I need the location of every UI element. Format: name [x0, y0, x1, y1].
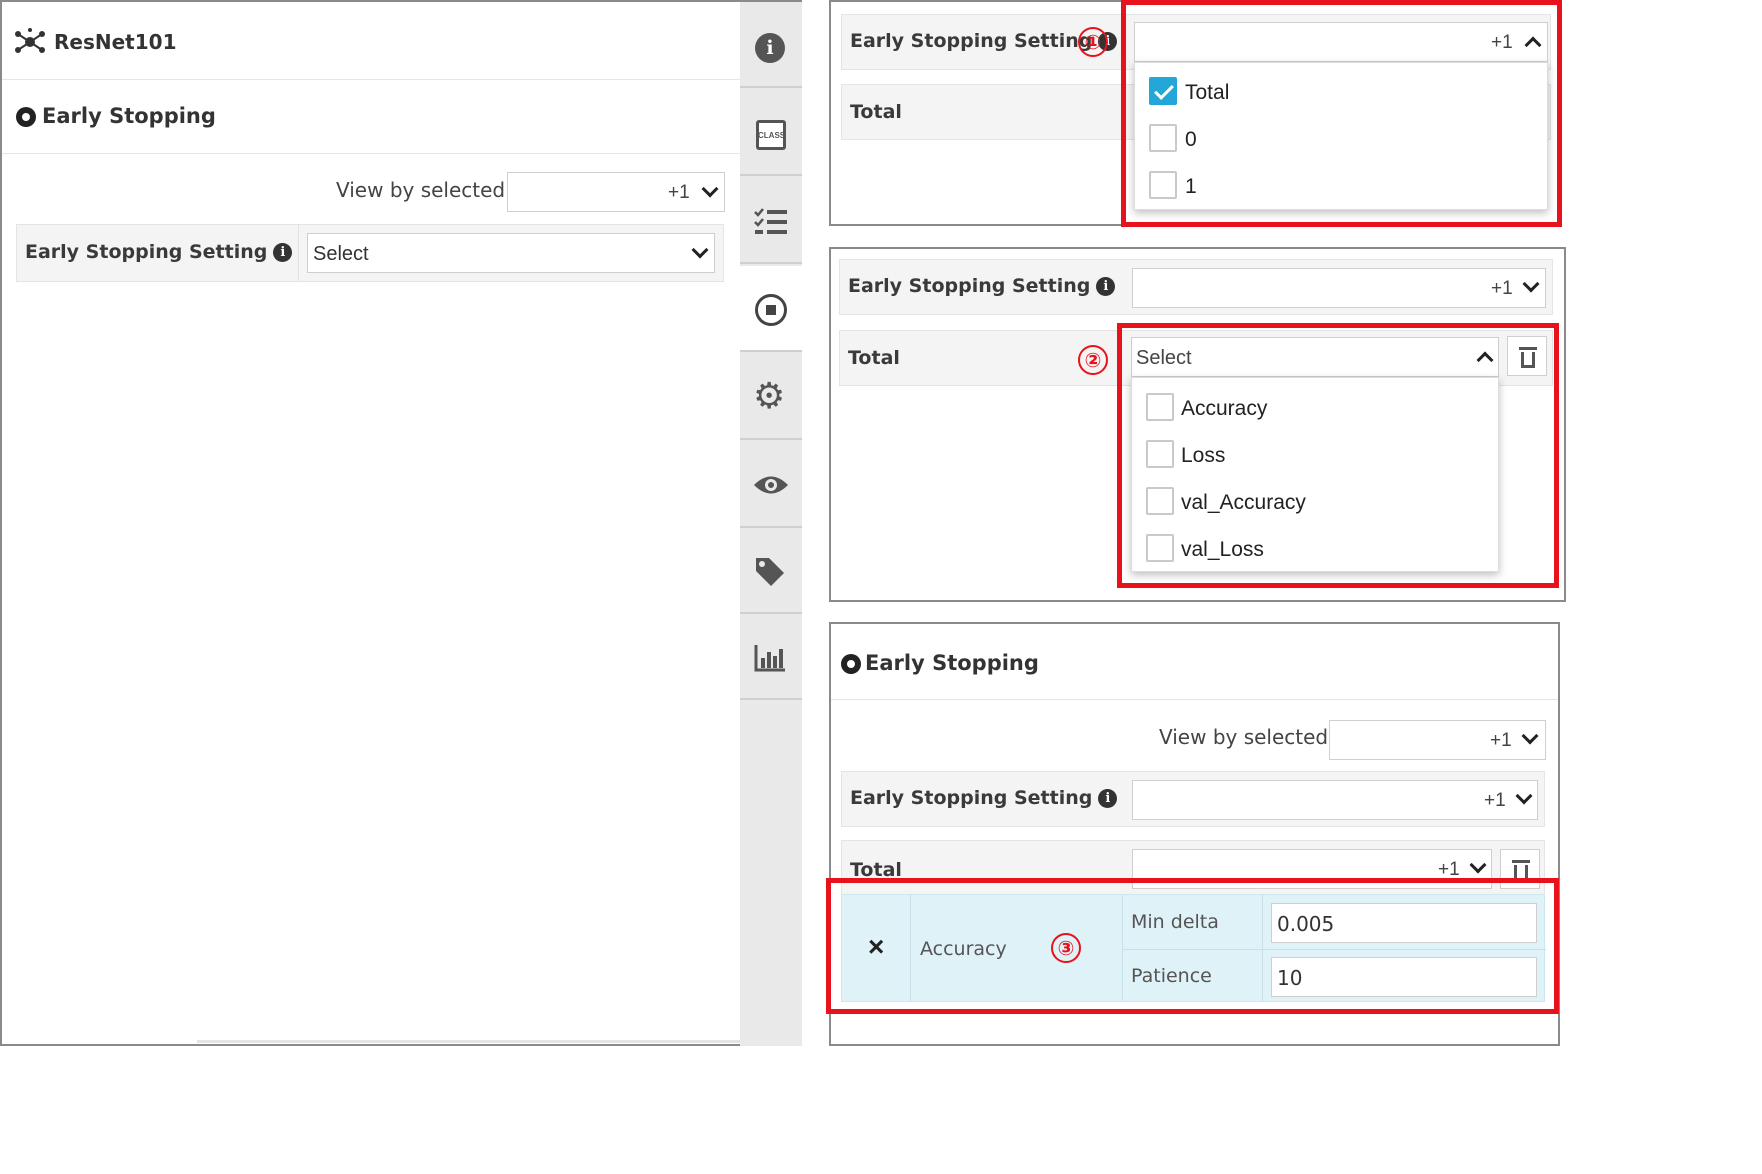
- chevron-down-icon: [1515, 787, 1533, 805]
- step2-es-setting-label: Early Stopping Setting: [848, 275, 1091, 297]
- step2-es-select[interactable]: +1: [1132, 268, 1546, 308]
- step1-highlight: [1121, 0, 1562, 227]
- app-header: ResNet101: [2, 2, 740, 80]
- es-setting-label-wrap: Early Stopping Setting i: [25, 241, 293, 263]
- right-toolbar: i CLASS ⚙: [740, 2, 802, 1046]
- toolbar-item-class[interactable]: CLASS: [740, 90, 802, 176]
- app-title: ResNet101: [54, 30, 177, 54]
- section-bullet-icon: [841, 654, 861, 674]
- step3-section-header: Early Stopping: [831, 624, 1558, 700]
- checklist-icon: [754, 208, 787, 234]
- info-icon: i: [273, 243, 293, 262]
- info-icon: i: [755, 33, 785, 63]
- eye-icon: [754, 476, 788, 494]
- gear-icon: ⚙: [753, 375, 786, 416]
- toolbar-item-checklist[interactable]: [740, 178, 802, 264]
- toolbar-item-stop[interactable]: [740, 266, 802, 352]
- step1-total-label: Total: [850, 101, 902, 123]
- es-setting-select-value: Select: [313, 243, 369, 265]
- view-by-value: +1: [668, 182, 690, 203]
- step2-es-select-value: +1: [1491, 278, 1513, 299]
- bottom-divider: [197, 1040, 740, 1043]
- toolbar-item-tag[interactable]: [740, 528, 802, 614]
- step1-es-setting-label: Early Stopping Setting: [850, 30, 1093, 52]
- step1-marker: ①: [1078, 27, 1108, 57]
- toolbar-item-info[interactable]: i: [740, 2, 802, 88]
- network-icon: [15, 28, 45, 53]
- class-icon: CLASS: [756, 120, 786, 150]
- step3-highlight: [826, 878, 1559, 1014]
- chart-icon: [754, 645, 785, 672]
- view-by-label: View by selected :: [336, 178, 519, 202]
- chevron-down-icon: [1521, 727, 1539, 745]
- stop-icon: [755, 294, 787, 326]
- info-icon: i: [1096, 277, 1116, 296]
- es-setting-select[interactable]: Select: [307, 233, 715, 273]
- tag-icon: [756, 558, 784, 586]
- step2-marker: ②: [1078, 345, 1108, 375]
- es-setting-label: Early Stopping Setting: [25, 241, 268, 263]
- step2-highlight: [1117, 323, 1559, 588]
- section-bullet-icon: [16, 107, 36, 127]
- section-header: Early Stopping: [2, 80, 740, 154]
- step3-es-setting-label: Early Stopping Setting: [850, 787, 1093, 809]
- view-by-select[interactable]: +1: [507, 172, 725, 212]
- step3-section-title: Early Stopping: [865, 651, 1039, 675]
- toolbar-item-view[interactable]: [740, 442, 802, 528]
- section-title: Early Stopping: [42, 104, 216, 128]
- toolbar-item-settings[interactable]: ⚙: [740, 354, 802, 440]
- chevron-down-icon: [1469, 856, 1487, 874]
- es-setting-row: Early Stopping Setting i Select: [16, 224, 724, 282]
- chevron-down-icon: [701, 180, 719, 198]
- trash-icon: [1512, 860, 1530, 863]
- step3-es-setting-row: Early Stopping Setting i +1: [841, 771, 1545, 827]
- step3-view-by-select[interactable]: +1: [1329, 720, 1546, 760]
- info-icon: i: [1098, 789, 1118, 808]
- step3-es-select[interactable]: +1: [1132, 780, 1538, 820]
- left-panel: ResNet101 Early Stopping View by selecte…: [0, 0, 802, 1046]
- step3-view-by-label: View by selected :: [1159, 725, 1342, 749]
- toolbar-item-chart[interactable]: [740, 614, 802, 700]
- step2-total-label: Total: [848, 347, 900, 369]
- chevron-down-icon: [691, 241, 709, 259]
- chevron-down-icon: [1522, 275, 1540, 293]
- step2-es-setting-row: Early Stopping Setting i +1: [839, 259, 1553, 315]
